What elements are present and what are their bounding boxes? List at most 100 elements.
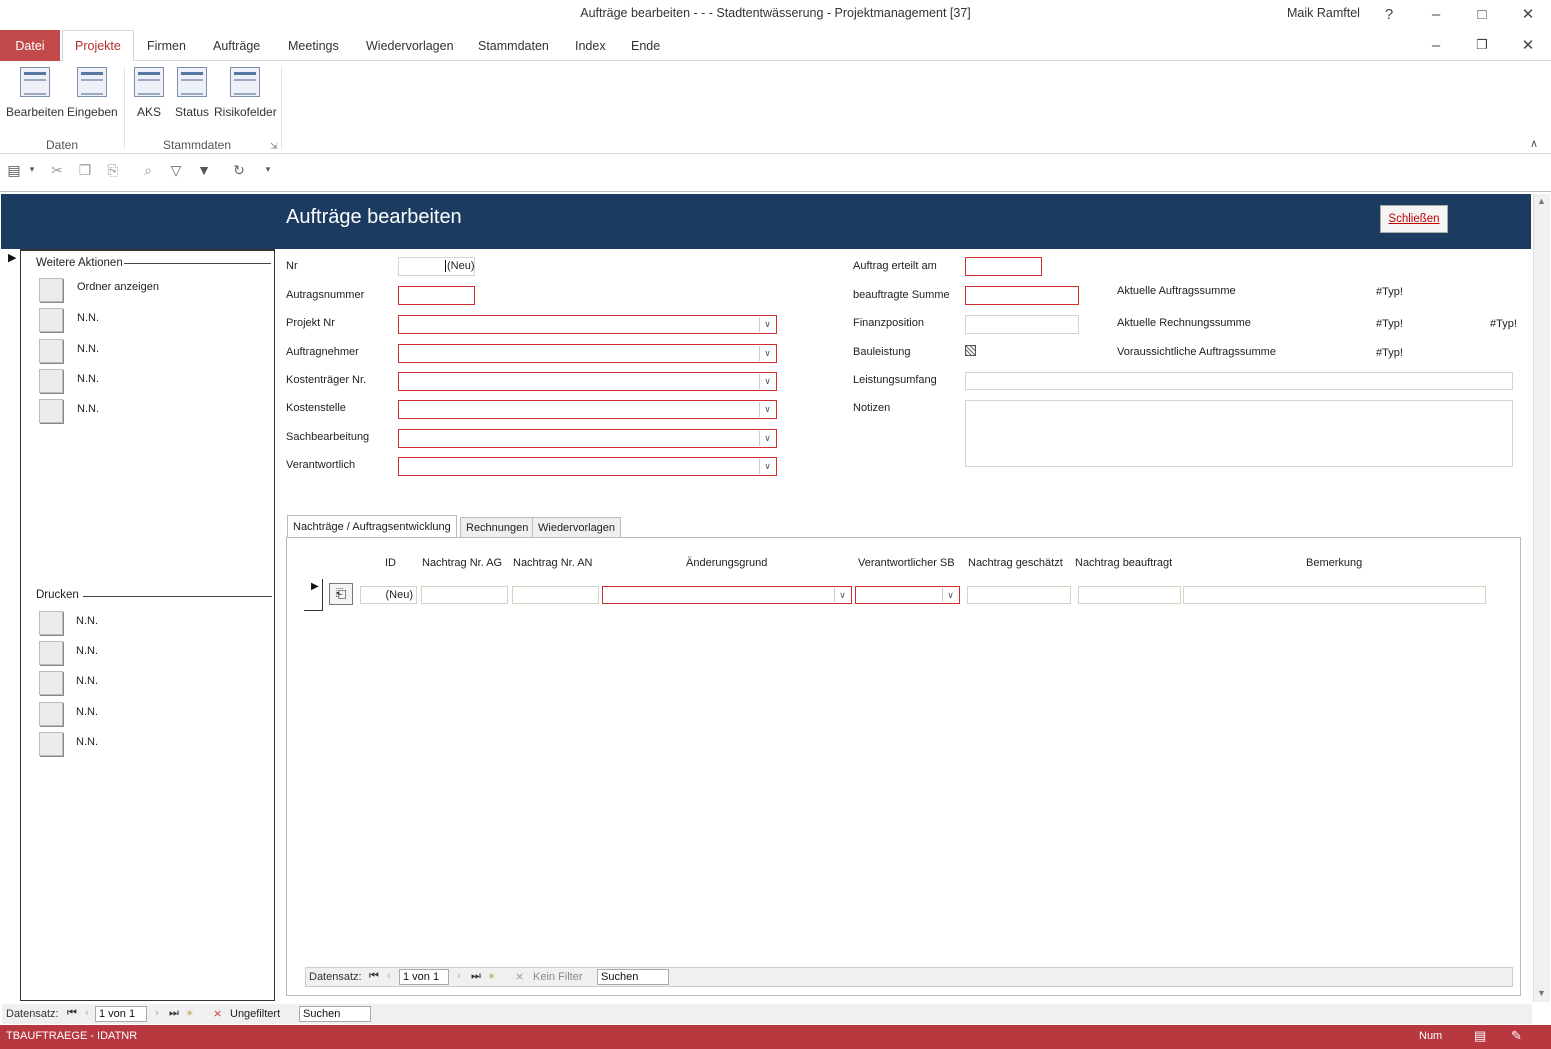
chevron-down-icon[interactable]: ∨: [759, 317, 775, 332]
chevron-down-icon[interactable]: ∨: [759, 374, 775, 389]
chevron-down-icon[interactable]: ∨: [834, 588, 850, 602]
form-view-icon[interactable]: ▤: [1474, 1028, 1486, 1044]
nachtrag-an-field[interactable]: [512, 586, 599, 604]
paste-icon[interactable]: ⎘: [103, 162, 123, 182]
eingeben-button[interactable]: Eingeben: [67, 67, 118, 119]
first-record-icon[interactable]: ⏮: [369, 970, 379, 983]
find-icon[interactable]: ⌕: [138, 162, 158, 182]
bauleistung-checkbox[interactable]: [965, 345, 976, 356]
auftragsnummer-field[interactable]: [398, 286, 475, 305]
next-record-icon[interactable]: ›: [155, 1007, 159, 1019]
bearbeiten-button[interactable]: Bearbeiten: [6, 67, 64, 119]
scroll-down-icon[interactable]: ▼: [1537, 988, 1546, 998]
doc-restore-icon[interactable]: ❐: [1459, 30, 1505, 60]
action-button[interactable]: [39, 308, 63, 332]
print-button[interactable]: [39, 671, 63, 695]
kostenstelle-combo[interactable]: ∨: [398, 400, 777, 419]
verantwortlich-combo[interactable]: ∨: [398, 457, 777, 476]
nr-field[interactable]: (Neu): [398, 257, 475, 276]
dialog-launcher-icon[interactable]: ⇲: [270, 141, 278, 152]
finanzposition-field[interactable]: [965, 315, 1079, 334]
record-selector-icon[interactable]: ▶: [8, 251, 16, 264]
menu-tab-wiedervorlagen[interactable]: Wiedervorlagen: [354, 30, 466, 61]
bemerkung-field[interactable]: [1183, 586, 1486, 604]
action-button[interactable]: [39, 399, 63, 423]
tab-rechnungen[interactable]: Rechnungen: [460, 517, 535, 538]
menu-tab-projekte[interactable]: Projekte: [62, 30, 134, 62]
beauftragt-field[interactable]: [1078, 586, 1181, 604]
row-selector[interactable]: ▶: [304, 579, 323, 611]
search-input[interactable]: Suchen: [597, 969, 669, 985]
kostentraeger-combo[interactable]: ∨: [398, 372, 777, 391]
maximize-icon[interactable]: □: [1459, 0, 1505, 28]
menu-tab-auftraege[interactable]: Aufträge: [201, 30, 272, 61]
help-icon[interactable]: ?: [1366, 0, 1412, 28]
geschaetzt-field[interactable]: [967, 586, 1071, 604]
projekt-nr-combo[interactable]: ∨: [398, 315, 777, 334]
leistungsumfang-field[interactable]: [965, 372, 1513, 390]
record-number-input[interactable]: 1 von 1: [95, 1006, 147, 1022]
menu-tab-datei[interactable]: Datei: [0, 30, 60, 61]
close-window-icon[interactable]: ✕: [1505, 0, 1551, 28]
auftrag-erteilt-field[interactable]: [965, 257, 1042, 276]
chevron-down-icon[interactable]: ∨: [759, 459, 775, 474]
vertical-scrollbar[interactable]: ▲ ▼: [1533, 194, 1550, 1002]
tab-wiedervorlagen[interactable]: Wiedervorlagen: [532, 517, 622, 538]
doc-minimize-icon[interactable]: –: [1413, 30, 1459, 60]
scroll-up-icon[interactable]: ▲: [1537, 196, 1546, 206]
customize-dropdown-icon[interactable]: ▾: [258, 164, 278, 184]
chevron-down-icon[interactable]: ∨: [759, 402, 775, 417]
last-record-icon[interactable]: ⏭: [471, 970, 481, 983]
id-field[interactable]: (Neu): [360, 586, 417, 604]
ordner-anzeigen-button[interactable]: [39, 278, 63, 302]
new-record-icon[interactable]: ✶: [185, 1007, 194, 1020]
aenderungsgrund-combo[interactable]: ∨: [602, 586, 852, 604]
menu-tab-ende[interactable]: Ende: [619, 30, 672, 61]
filter-selection-icon[interactable]: ▽: [166, 162, 186, 182]
notizen-field[interactable]: [965, 400, 1513, 467]
user-name[interactable]: Maik Ramftel: [1287, 6, 1360, 20]
search-input[interactable]: Suchen: [299, 1006, 371, 1022]
status-button[interactable]: Status: [175, 67, 209, 119]
new-record-icon[interactable]: ✶: [487, 970, 496, 983]
open-record-button[interactable]: ⎗: [329, 583, 353, 605]
print-button[interactable]: [39, 641, 63, 665]
first-record-icon[interactable]: ⏮: [67, 1007, 77, 1020]
schliessen-button[interactable]: Schließen: [1380, 205, 1448, 233]
copy-icon[interactable]: ❐: [75, 162, 95, 182]
cut-icon[interactable]: ✂: [47, 162, 67, 182]
nachtrag-ag-field[interactable]: [421, 586, 508, 604]
action-button[interactable]: [39, 369, 63, 393]
tab-nachtraege[interactable]: Nachträge / Auftragsentwicklung: [287, 515, 457, 538]
action-button[interactable]: [39, 339, 63, 363]
menu-tab-meetings[interactable]: Meetings: [276, 30, 351, 61]
collapse-ribbon-icon[interactable]: ∧: [1530, 137, 1538, 150]
record-number-input[interactable]: 1 von 1: [399, 969, 449, 985]
next-record-icon[interactable]: ›: [457, 970, 461, 982]
beauftragte-summe-field[interactable]: [965, 286, 1079, 305]
chevron-down-icon[interactable]: ∨: [759, 346, 775, 361]
print-button[interactable]: [39, 702, 63, 726]
doc-close-icon[interactable]: ✕: [1505, 30, 1551, 60]
chevron-down-icon[interactable]: ∨: [759, 431, 775, 446]
print-button[interactable]: [39, 611, 63, 635]
verantwortlicher-combo[interactable]: ∨: [855, 586, 960, 604]
risikofelder-button[interactable]: Risikofelder: [214, 67, 277, 119]
menu-tab-index[interactable]: Index: [563, 30, 618, 61]
refresh-icon[interactable]: ↻: [229, 162, 249, 182]
chevron-down-icon[interactable]: ∨: [942, 588, 958, 602]
prev-record-icon[interactable]: ‹: [387, 970, 391, 982]
print-button[interactable]: [39, 732, 63, 756]
menu-tab-firmen[interactable]: Firmen: [135, 30, 198, 61]
view-icon[interactable]: ▤: [4, 162, 24, 182]
view-dropdown-icon[interactable]: ▾: [22, 164, 42, 184]
auftragnehmer-combo[interactable]: ∨: [398, 344, 777, 363]
filter-status[interactable]: Kein Filter: [533, 971, 583, 983]
minimize-icon[interactable]: –: [1413, 0, 1459, 28]
aks-button[interactable]: AKS: [134, 67, 164, 119]
filter-status[interactable]: Ungefiltert: [230, 1008, 280, 1020]
design-view-icon[interactable]: ✎: [1511, 1028, 1522, 1044]
unfiltered-icon[interactable]: ⨯: [213, 1007, 222, 1020]
sachbearbeitung-combo[interactable]: ∨: [398, 429, 777, 448]
prev-record-icon[interactable]: ‹: [85, 1007, 89, 1019]
